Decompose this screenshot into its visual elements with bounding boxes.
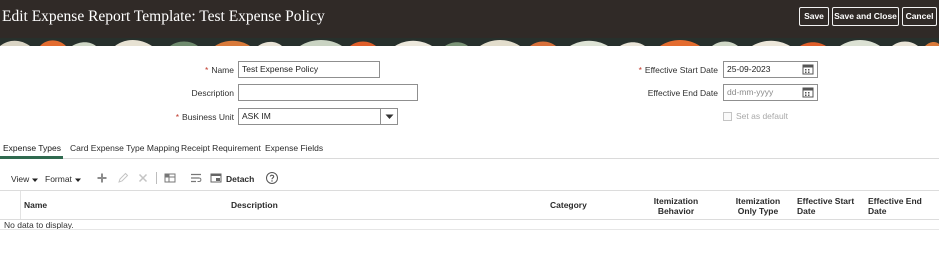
set-as-default-label: Set as default	[736, 111, 788, 121]
help-icon[interactable]	[265, 171, 279, 185]
business-unit-dropdown-button[interactable]	[380, 108, 397, 125]
tabs-divider	[0, 158, 939, 159]
table-bottom-border	[0, 229, 939, 230]
set-as-default-checkbox[interactable]	[723, 112, 732, 121]
chevron-down-icon	[32, 178, 39, 182]
view-menu[interactable]: View	[11, 174, 39, 184]
toolbar-separator	[156, 172, 157, 184]
business-unit-value: ASK IM	[242, 111, 271, 121]
effective-start-date-label: * Effective Start Date	[638, 65, 718, 75]
page-title: Edit Expense Report Template: Test Expen…	[2, 8, 325, 25]
chevron-down-icon	[385, 114, 394, 119]
add-icon[interactable]	[95, 171, 109, 185]
freeze-icon[interactable]	[163, 171, 177, 185]
chevron-down-icon	[74, 178, 81, 182]
detach-button[interactable]: Detach	[226, 174, 254, 184]
effective-end-date-label: Effective End Date	[647, 88, 718, 98]
wrap-icon[interactable]	[189, 171, 203, 185]
tab-card-expense-type-mapping[interactable]: Card Expense Type Mapping	[70, 143, 179, 153]
calendar-icon[interactable]	[800, 84, 816, 101]
format-menu[interactable]: Format	[45, 174, 82, 184]
calendar-icon[interactable]	[800, 61, 816, 78]
name-field[interactable]: Test Expense Policy	[238, 61, 380, 78]
column-header-itemization-behavior[interactable]: Itemization Behavior	[648, 196, 704, 216]
column-header-description[interactable]: Description	[231, 200, 278, 210]
column-header-itemization-only-type[interactable]: Itemization Only Type	[730, 196, 786, 216]
delete-icon[interactable]	[136, 171, 150, 185]
tab-expense-fields[interactable]: Expense Fields	[265, 143, 323, 153]
page-header: Edit Expense Report Template: Test Expen…	[0, 0, 939, 38]
save-button[interactable]: Save	[799, 7, 829, 26]
save-and-close-button[interactable]: Save and Close	[832, 7, 899, 26]
column-header-effective-end-date[interactable]: Effective End Date	[868, 196, 922, 216]
row-selector-divider	[20, 191, 21, 219]
business-unit-label: * Business Unit	[175, 112, 234, 122]
tab-receipt-requirement[interactable]: Receipt Requirement	[181, 143, 261, 153]
description-label: Description	[191, 88, 234, 98]
edit-icon[interactable]	[116, 171, 130, 185]
business-unit-select[interactable]: ASK IM	[238, 108, 398, 125]
column-header-category[interactable]: Category	[550, 200, 587, 210]
column-header-effective-start-date[interactable]: Effective Start Date	[797, 196, 854, 216]
detach-icon[interactable]	[209, 171, 223, 185]
table-header-top-border	[0, 190, 939, 191]
tab-expense-types[interactable]: Expense Types	[3, 143, 61, 153]
cancel-button[interactable]: Cancel	[902, 7, 937, 26]
decorative-banner	[0, 38, 939, 46]
description-field[interactable]	[238, 84, 418, 101]
table-header-bottom-border	[0, 219, 939, 220]
active-tab-indicator	[0, 156, 63, 159]
column-header-name[interactable]: Name	[24, 200, 47, 210]
name-label: * Name	[205, 65, 234, 75]
